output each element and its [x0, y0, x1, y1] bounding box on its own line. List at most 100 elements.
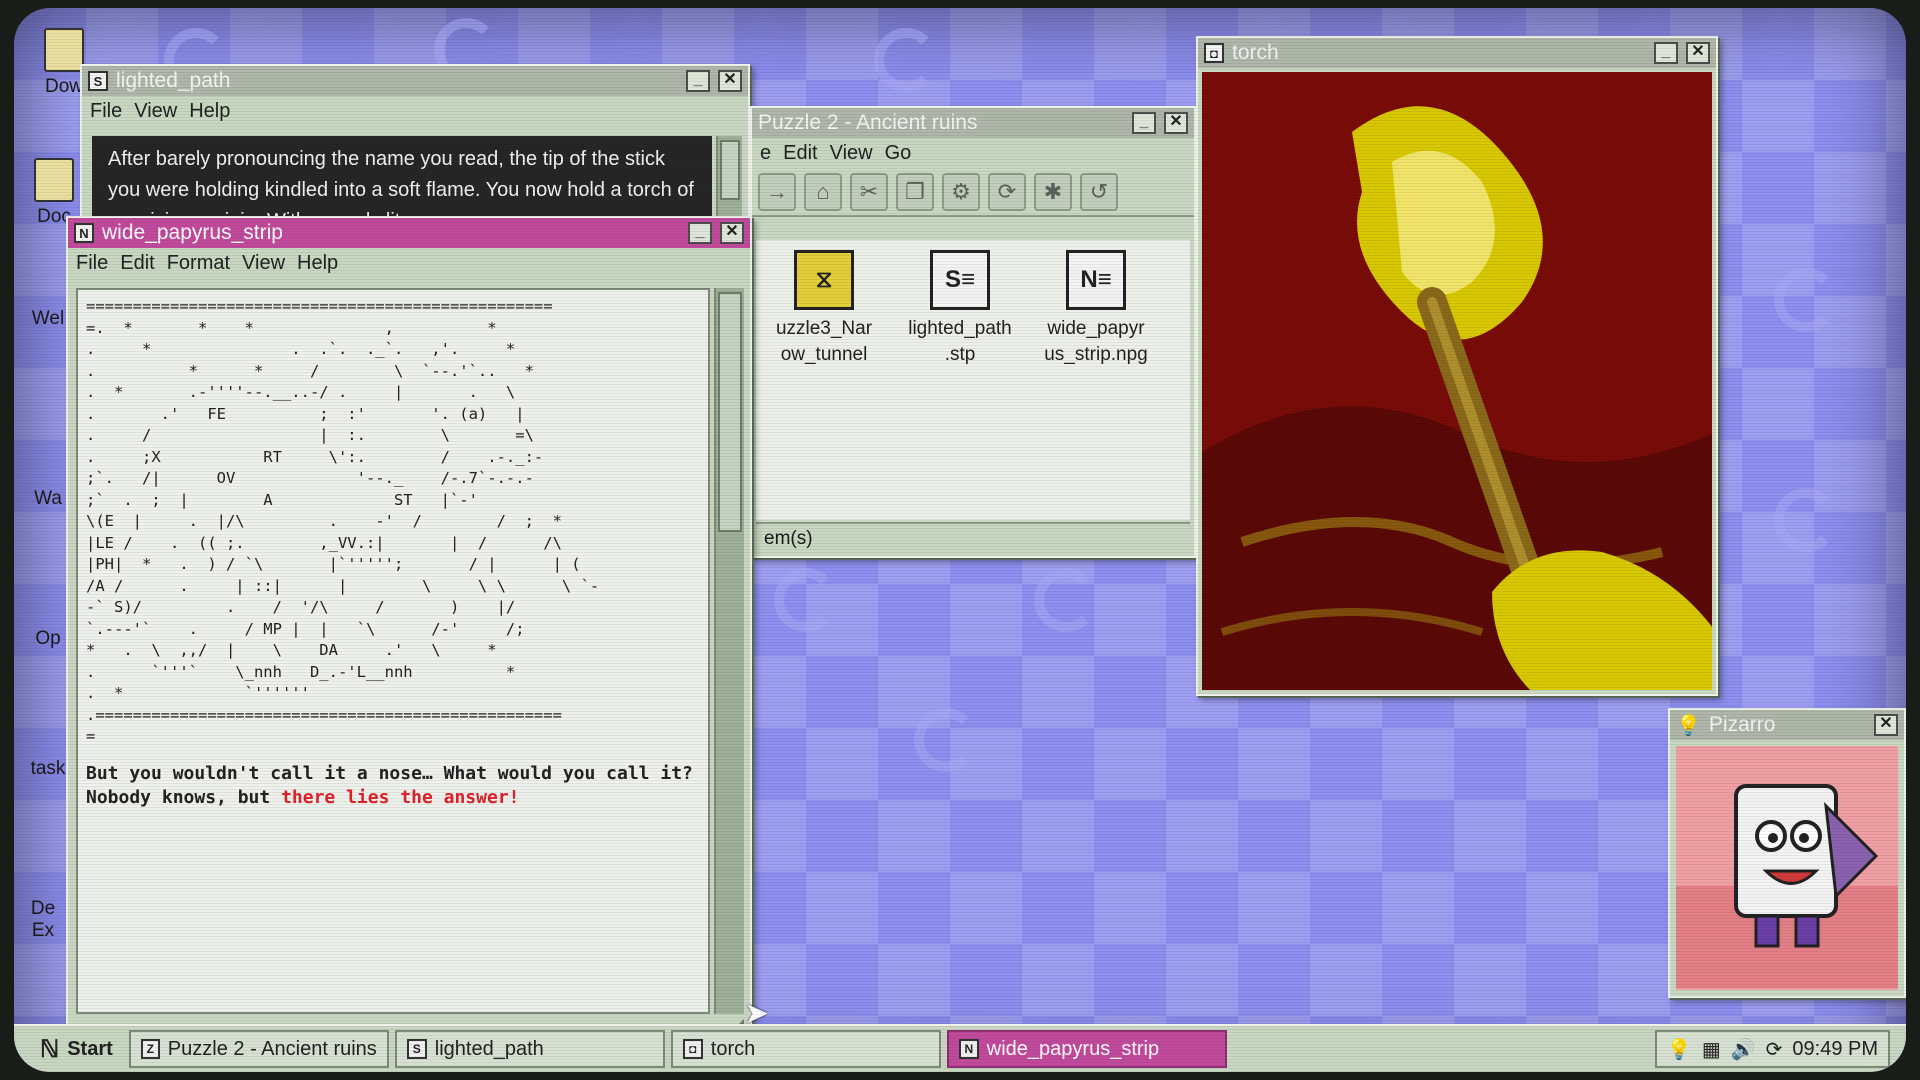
papyrus-text-highlight: there lies the answer!: [281, 786, 520, 808]
close-button[interactable]: ✕: [1874, 714, 1898, 736]
close-button[interactable]: ✕: [718, 70, 742, 92]
menu-view[interactable]: View: [134, 100, 177, 123]
window-title: wide_papyrus_strip: [102, 221, 283, 244]
file-item-wide-papyrus[interactable]: N≡ wide_papyr us_strip.npg: [1032, 250, 1160, 510]
file-label: wide_papyr us_strip.npg: [1044, 318, 1148, 365]
task-label: torch: [710, 1037, 756, 1060]
wallpaper-swirl: [774, 568, 838, 632]
papyrus-text-area[interactable]: ========================================…: [76, 288, 710, 1014]
status-text: em(s): [764, 528, 813, 549]
file-label: uzzle3_Nar ow_tunnel: [775, 318, 873, 365]
menu-help[interactable]: Help: [189, 100, 230, 123]
wallpaper-swirl: [914, 708, 978, 772]
script-icon: S: [406, 1039, 427, 1059]
menu-view[interactable]: View: [242, 252, 285, 275]
file-item-lighted-path[interactable]: S≡ lighted_path .stp: [896, 250, 1024, 510]
settings-gear-icon[interactable]: ⚙: [942, 173, 980, 211]
menu-bar: e Edit View Go: [752, 138, 1194, 169]
up-folder-icon[interactable]: ⌂: [804, 173, 842, 211]
file-label: lighted_path .stp: [908, 318, 1012, 365]
menu-help[interactable]: Help: [297, 252, 338, 275]
torch-illustration: [1202, 72, 1712, 690]
taskbar: ℕ Start Z Puzzle 2 - Ancient ruins S lig…: [14, 1024, 1906, 1072]
title-bar[interactable]: Puzzle 2 - Ancient ruins _ ✕: [752, 108, 1194, 138]
menu-go[interactable]: Go: [885, 142, 912, 165]
lightbulb-icon[interactable]: 💡: [1667, 1037, 1692, 1062]
properties-icon[interactable]: ✱: [1034, 173, 1072, 211]
script-document-icon: S≡: [930, 250, 990, 310]
scroll-thumb[interactable]: [718, 292, 742, 532]
pizarro-character[interactable]: [1676, 746, 1898, 990]
image-icon: ◘: [1204, 43, 1224, 63]
explorer-window[interactable]: Puzzle 2 - Ancient ruins _ ✕ e Edit View…: [750, 106, 1196, 558]
desktop-icon-label: task: [30, 758, 66, 779]
minimize-button[interactable]: _: [686, 70, 710, 92]
title-bar[interactable]: S lighted_path _ ✕: [82, 66, 748, 96]
network-icon[interactable]: ▦: [1702, 1037, 1721, 1062]
scrollbar[interactable]: [714, 288, 744, 1014]
task-wide-papyrus-strip[interactable]: N wide_papyrus_strip: [946, 1030, 1227, 1068]
menu-file[interactable]: File: [90, 100, 122, 123]
wallpaper-swirl: [1774, 488, 1838, 552]
title-bar[interactable]: N wide_papyrus_strip _ ✕: [68, 218, 750, 248]
task-torch[interactable]: ◘ torch: [670, 1030, 941, 1068]
window-title: Pizarro: [1708, 713, 1776, 736]
desktop-icon-de-ex[interactable]: De Ex: [18, 898, 68, 942]
desktop-icon-label: Wel: [31, 308, 65, 329]
desktop-icon-label: Dow: [44, 76, 83, 97]
folder-icon: [44, 28, 84, 72]
menu-file[interactable]: e: [760, 142, 771, 165]
minimize-button[interactable]: _: [1132, 112, 1156, 134]
start-logo-icon: ℕ: [40, 1035, 60, 1063]
refresh-icon[interactable]: ⟳: [988, 173, 1026, 211]
menu-edit[interactable]: Edit: [120, 252, 154, 275]
close-button[interactable]: ✕: [720, 222, 744, 244]
close-button[interactable]: ✕: [1686, 42, 1710, 64]
zipper-folder-icon: ⧖: [794, 250, 854, 310]
window-title: Puzzle 2 - Ancient ruins: [758, 111, 978, 134]
start-button[interactable]: ℕ Start: [30, 1030, 123, 1068]
notepad-icon: N: [958, 1039, 979, 1059]
desktop-icon-label: Wa: [34, 488, 62, 509]
file-list: ⧖ uzzle3_Nar ow_tunnel S≡ lighted_path .…: [756, 240, 1190, 520]
folder-icon: [34, 158, 74, 202]
menu-format[interactable]: Format: [167, 252, 230, 275]
task-label: wide_papyrus_strip: [986, 1037, 1160, 1060]
menu-edit[interactable]: Edit: [783, 142, 817, 165]
close-button[interactable]: ✕: [1164, 112, 1188, 134]
task-puzzle2[interactable]: Z Puzzle 2 - Ancient ruins: [128, 1030, 389, 1068]
title-bar[interactable]: 💡 Pizarro ✕: [1670, 710, 1904, 740]
papyrus-window[interactable]: N wide_papyrus_strip _ ✕ File Edit Forma…: [66, 216, 752, 1036]
undo-icon[interactable]: ↺: [1080, 173, 1118, 211]
minimize-button[interactable]: _: [688, 222, 712, 244]
minimize-button[interactable]: _: [1654, 42, 1678, 64]
task-label: Puzzle 2 - Ancient ruins: [167, 1037, 377, 1060]
ascii-art: ========================================…: [86, 297, 600, 745]
volume-icon[interactable]: 🔊: [1731, 1037, 1756, 1062]
image-icon: ◘: [682, 1039, 703, 1059]
notepad-mascot-icon: [1676, 784, 1898, 988]
torch-window[interactable]: ◘ torch _ ✕: [1196, 36, 1718, 696]
pizarro-assistant-window[interactable]: 💡 Pizarro ✕: [1668, 708, 1906, 998]
task-label: lighted_path: [434, 1037, 544, 1060]
wallpaper-swirl: [1034, 568, 1098, 632]
menu-bar: File View Help: [82, 96, 748, 127]
title-bar[interactable]: ◘ torch _ ✕: [1198, 38, 1716, 68]
copy-icon[interactable]: ❐: [896, 173, 934, 211]
sync-icon[interactable]: ⟳: [1766, 1037, 1783, 1062]
file-item-puzzle3[interactable]: ⧖ uzzle3_Nar ow_tunnel: [760, 250, 888, 510]
scroll-thumb[interactable]: [720, 140, 740, 200]
toolbar: → ⌂ ✂ ❐ ⚙ ⟳ ✱ ↺: [752, 169, 1194, 217]
start-label: Start: [67, 1037, 113, 1060]
task-lighted-path[interactable]: S lighted_path: [394, 1030, 665, 1068]
notepad-icon: N: [74, 223, 94, 243]
cut-icon[interactable]: ✂: [850, 173, 888, 211]
forward-arrow-icon[interactable]: →: [758, 173, 796, 211]
menu-file[interactable]: File: [76, 252, 108, 275]
notepad-document-icon: N≡: [1066, 250, 1126, 310]
menu-view[interactable]: View: [830, 142, 873, 165]
zipper-folder-icon: Z: [140, 1039, 160, 1059]
wallpaper-swirl: [874, 28, 938, 92]
clock[interactable]: 09:49 PM: [1792, 1038, 1878, 1061]
menu-bar: File Edit Format View Help: [68, 248, 750, 279]
